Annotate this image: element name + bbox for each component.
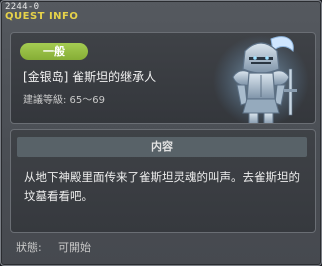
status-label: 狀態: — [16, 241, 42, 254]
quest-info-window: 2244-0 QUEST INFO 一般 [金银岛] 雀斯坦的继承人 建議等級:… — [0, 0, 322, 266]
quest-category-badge: 一般 — [20, 43, 88, 60]
window-title: QUEST INFO — [5, 11, 79, 22]
quest-description: 从地下神殿里面传来了雀斯坦灵魂的叫声。去雀斯坦的坟墓看看吧。 — [24, 170, 300, 203]
content-section-header: 内容 — [17, 137, 307, 157]
level-requirement: 建議等級: 65～69 — [23, 95, 105, 106]
quest-summary-panel: 一般 [金银岛] 雀斯坦的继承人 建議等級: 65～69 — [10, 32, 316, 124]
quest-content-panel: 内容 从地下神殿里面传来了雀斯坦灵魂的叫声。去雀斯坦的坟墓看看吧。 — [10, 129, 316, 233]
quest-name: [金银岛] 雀斯坦的继承人 — [23, 70, 157, 84]
status-value: 可開始 — [58, 241, 91, 254]
npc-portrait-icon — [213, 35, 309, 123]
